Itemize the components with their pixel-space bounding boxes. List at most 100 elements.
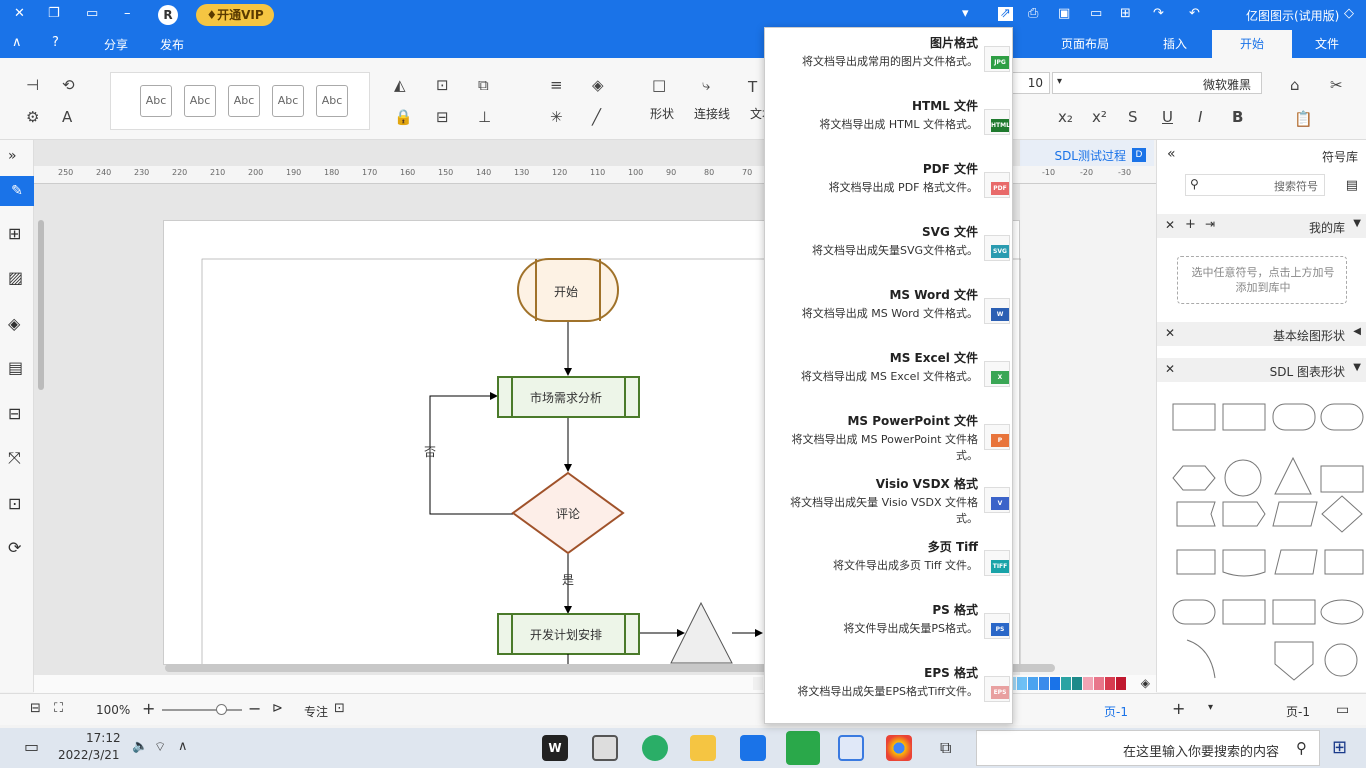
fit-page-icon[interactable]: ⛶ [54,701,63,716]
tab-file[interactable]: 文件 [1292,30,1362,58]
grid-icon[interactable]: ⊞ [8,224,21,243]
history-icon[interactable]: ⟳ [8,538,21,557]
tab-page-layout[interactable]: 页面布局 [1040,30,1130,58]
add-icon[interactable]: + [1185,217,1196,232]
find-icon[interactable]: A [62,108,72,126]
color-swatch[interactable] [1017,677,1027,690]
strikethrough-icon[interactable]: S [1128,108,1138,126]
tab-insert[interactable]: 插入 [1140,30,1210,58]
save-icon[interactable]: ▣ [1058,7,1070,21]
vip-button[interactable]: ♦开通VIP [196,4,274,26]
style-sample[interactable]: Abc [316,85,348,117]
close-icon[interactable]: ✕ [1165,362,1175,376]
collapse-ribbon-icon[interactable]: ∧ [12,36,22,50]
volume-icon[interactable]: 🔈 [132,739,148,754]
add-page-icon[interactable]: + [1172,699,1185,718]
color-swatch[interactable] [1083,677,1093,690]
export-menu-item[interactable]: MS Excel 文件 将文档导出成 MS Excel 文件格式。 X [765,347,1014,410]
close-icon[interactable]: ✕ [14,7,25,21]
task-view-icon[interactable]: ⧉ [940,738,951,758]
export-lib-icon[interactable]: ⇥ [1205,217,1215,231]
arrange-icon[interactable]: ⧉ [478,76,489,94]
share-button[interactable]: 分享 [104,36,128,53]
restore-icon[interactable]: ❐ [48,7,60,21]
avatar[interactable]: R [158,5,178,25]
taskbar-search-input[interactable]: ⚲ 在这里输入你要搜索的内容 [976,730,1320,766]
wps-icon[interactable]: W [542,735,568,761]
export-menu-item[interactable]: HTML 文件 将文档导出成 HTML 文件格式。 HTML [765,95,1014,158]
settings-icon[interactable]: ⚙ [26,108,39,126]
publish-button[interactable]: 发布 [160,36,184,53]
export-menu-item[interactable]: MS Word 文件 将文档导出成 MS Word 文件格式。 W [765,284,1014,347]
zoom-value[interactable]: 100% [96,703,130,717]
color-swatch[interactable] [1050,677,1060,690]
export-menu-item[interactable]: Visio VSDX 格式 将文档导出成矢量 Visio VSDX 文件格式。 V [765,473,1014,536]
zoom-out-icon[interactable]: − [248,699,261,718]
style-sample[interactable]: Abc [228,85,260,117]
symbol-search-input[interactable]: ⚲ 搜索符号 [1185,174,1325,196]
fit-width-icon[interactable]: ⊟ [30,701,41,716]
color-swatch[interactable] [1039,677,1049,690]
close-icon[interactable]: ✕ [1165,326,1175,340]
export-icon[interactable]: ⇗ [998,7,1013,21]
cut-icon[interactable]: ✂ [1330,76,1343,94]
minimize-icon[interactable]: – [124,7,131,21]
network-icon[interactable]: ⌔ [154,739,166,755]
replace-icon[interactable]: ⟲ [62,76,75,94]
notification-icon[interactable]: ▭ [24,737,39,756]
windows-start-icon[interactable]: ⊞ [1332,737,1347,758]
explorer-icon[interactable] [690,735,716,761]
dropdown-arrow-icon[interactable]: ▾ [962,7,969,21]
underline-icon[interactable]: U [1162,108,1173,126]
page-icon[interactable]: ▤ [8,358,23,377]
close-icon[interactable]: ✕ [1165,218,1175,232]
focus-icon[interactable]: ⊡ [334,701,345,716]
my-library-header[interactable]: ✕ + ⇥ 我的库 ▼ [1157,214,1366,238]
font-select[interactable]: 微软雅黑 ▾ [1052,72,1262,94]
paste-icon[interactable]: 📋 [1294,110,1313,128]
present-icon[interactable]: ⊡ [8,494,21,513]
play-icon[interactable]: ⊳ [272,701,283,716]
line-color-icon[interactable]: ╱ [592,108,601,126]
color-swatch[interactable] [1116,677,1126,690]
color-swatch[interactable] [1094,677,1104,690]
lock-icon[interactable]: 🔒 [394,108,413,126]
color-swatch[interactable] [1105,677,1115,690]
zoom-in-icon[interactable]: + [142,699,155,718]
bold-icon[interactable]: B [1232,108,1243,126]
maximize-icon[interactable]: ▭ [86,7,98,21]
open-icon[interactable]: ▭ [1090,7,1102,21]
style-sample[interactable]: Abc [140,85,172,117]
help-icon[interactable]: ? [52,36,59,50]
export-menu-item[interactable]: SVG 文件 将文档导出成矢量SVG文件格式。 SVG [765,221,1014,284]
expand-icon[interactable]: » [8,148,17,164]
page-view-icon[interactable]: ▭ [1336,702,1349,718]
font-size-select[interactable]: 10 [1010,72,1050,94]
sdl-shape-grid[interactable] [1157,390,1366,690]
export-menu-item[interactable]: PDF 文件 将文档导出成 PDF 格式文件。 PDF [765,158,1014,221]
color-swatch[interactable] [753,677,763,690]
collapse-panel-icon[interactable]: « [1167,146,1176,162]
tools-icon[interactable]: ⊣ [26,76,39,94]
monitor-icon[interactable] [592,735,618,761]
image-icon[interactable]: ▨ [8,268,23,287]
tab-home[interactable]: 开始 [1212,30,1292,58]
sdl-shapes-header[interactable]: ✕ SDL 图表形状 ▼ [1157,358,1366,382]
share-nodes-icon[interactable]: ⤧ [8,448,21,468]
italic-icon[interactable]: I [1198,108,1202,126]
subscript-icon[interactable]: x₂ [1058,108,1073,126]
style-sample[interactable]: Abc [272,85,304,117]
format-icon[interactable]: ✎ [0,176,34,206]
edraw-icon[interactable] [786,731,820,765]
app-icon[interactable] [838,735,864,761]
zoom-slider[interactable] [162,709,242,711]
color-swatch[interactable] [1061,677,1071,690]
library-icon[interactable]: ▤ [1346,178,1358,193]
page-tab[interactable]: 页-1 [1104,703,1128,720]
color-swatch[interactable] [1028,677,1038,690]
shadow-icon[interactable]: ✳ [550,108,563,126]
page-label[interactable]: 页-1 [1286,703,1310,720]
export-menu-item[interactable]: 多页 Tiff 将文件导出成多页 Tiff 文件。 TIFF [765,536,1014,599]
chevron-down-icon[interactable]: ▾ [1208,702,1213,713]
color-swatch[interactable] [1072,677,1082,690]
